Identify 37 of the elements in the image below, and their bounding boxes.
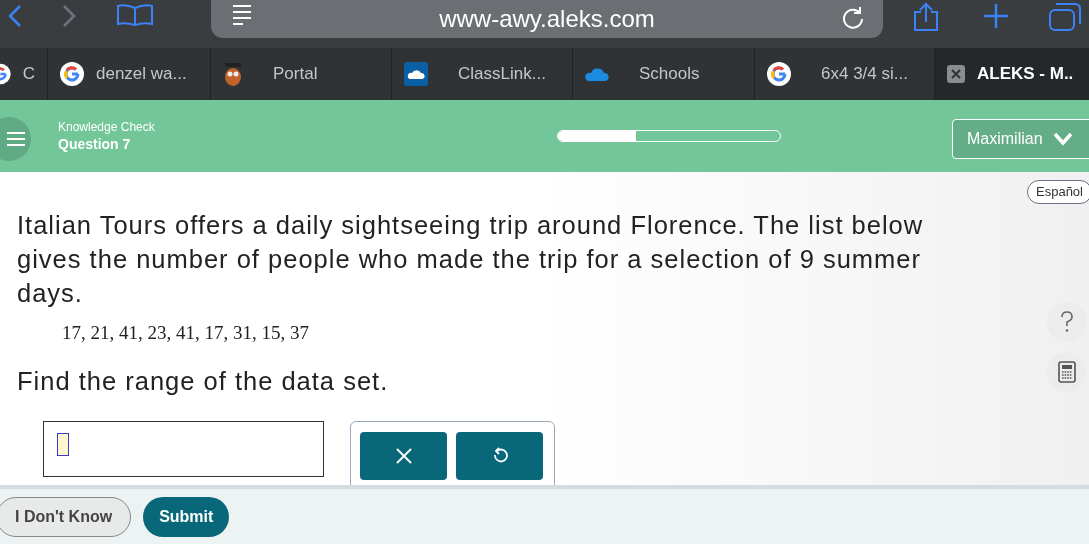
clear-button[interactable] <box>360 432 447 480</box>
owl-icon <box>223 61 243 87</box>
undo-icon[interactable] <box>491 447 508 465</box>
close-icon[interactable] <box>947 65 965 83</box>
header-subtitle: Knowledge Check <box>58 120 155 134</box>
share-icon[interactable] <box>912 2 940 32</box>
address-bar[interactable]: www-awy.aleks.com <box>211 0 883 38</box>
back-icon[interactable] <box>8 4 22 28</box>
question-number: Question 7 <box>58 135 132 154</box>
calculator-button[interactable] <box>1047 352 1087 392</box>
menu-button[interactable] <box>0 117 31 161</box>
reload-icon[interactable] <box>841 5 865 29</box>
chevron-down-icon[interactable] <box>1052 132 1073 146</box>
question-mark-icon[interactable] <box>1060 311 1074 333</box>
browser-tab[interactable]: ALEKS - M.. <box>935 48 1089 100</box>
reader-icon[interactable] <box>231 4 253 28</box>
question-text: Italian Tours offers a daily sightseeing trip around Florence. The list below gives the number of people who made the trip for a selection of 9 summer days. <box>17 210 925 309</box>
tabs-icon[interactable] <box>1048 2 1082 32</box>
dont-know-button[interactable]: I Don't Know <box>0 496 132 537</box>
google-icon <box>60 62 84 86</box>
cursor-field[interactable] <box>57 433 69 456</box>
plus-icon[interactable] <box>982 2 1010 30</box>
help-button[interactable] <box>1047 302 1087 342</box>
answer-box[interactable] <box>43 421 324 477</box>
url-text: www-awy.aleks.com <box>439 4 655 34</box>
submit-button[interactable]: Submit <box>143 496 230 537</box>
forward-icon[interactable] <box>62 4 76 28</box>
menu-icon[interactable] <box>7 131 25 147</box>
calculator-icon[interactable] <box>1058 361 1076 383</box>
prompt-text: Find the range of the data set. <box>17 366 389 397</box>
close-icon[interactable] <box>395 448 412 464</box>
language-button[interactable]: Español <box>1027 180 1089 204</box>
google-icon <box>767 62 791 86</box>
undo-button[interactable] <box>456 432 543 480</box>
book-icon[interactable] <box>116 4 154 26</box>
cloud-icon <box>404 62 428 86</box>
data-list: 17, 21, 41, 23, 41, 17, 31, 15, 37 <box>62 319 309 348</box>
